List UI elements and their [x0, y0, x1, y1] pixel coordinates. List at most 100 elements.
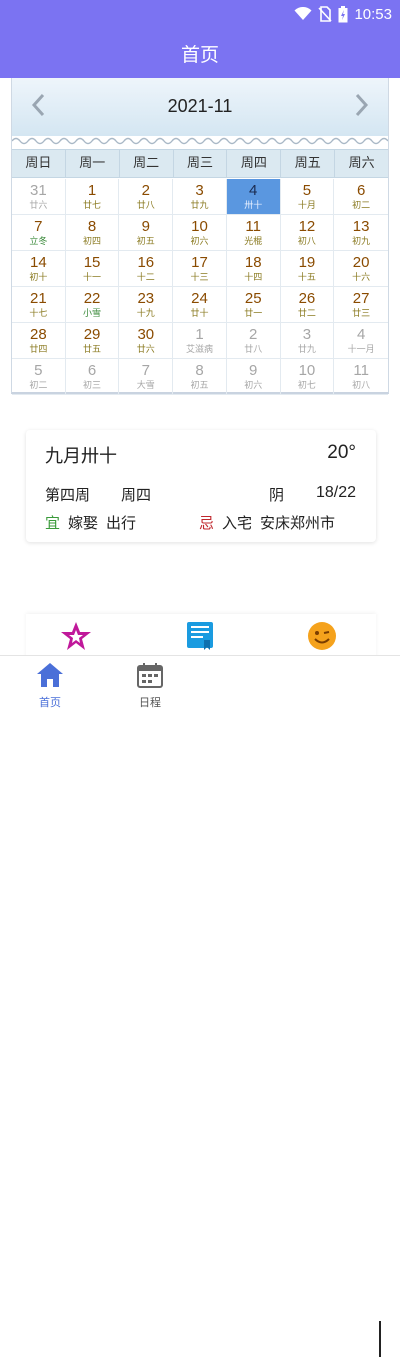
calendar-day[interactable]: 2 廿八 — [226, 323, 281, 359]
calendar-day[interactable]: 8 初五 — [173, 359, 227, 395]
lunar-label: 廿六 — [136, 345, 155, 355]
calendar-day[interactable]: 10 初七 — [280, 359, 335, 395]
calendar-day[interactable]: 21 十七 — [12, 287, 66, 323]
calendar-day[interactable]: 1 艾滋病 — [173, 323, 227, 359]
no-sim-icon — [318, 6, 333, 22]
calendar-day[interactable]: 11 初八 — [334, 359, 388, 395]
day-number: 25 — [244, 290, 262, 307]
calendar-icon — [137, 663, 163, 688]
day-number: 4 — [356, 326, 366, 343]
lunar-label: 初五 — [136, 237, 155, 247]
calendar-grid: 31 廿六 1 廿七 2 廿八 3 廿九 4 卅十 5 十月 6 初二 7 立冬 8 初四 9 初五 10 初六 11 光棍 1… — [12, 179, 388, 395]
day-number: 19 — [298, 254, 316, 271]
day-number: 22 — [83, 290, 101, 307]
calendar-day[interactable]: 28 廿四 — [12, 323, 66, 359]
calendar-day[interactable]: 24 廿十 — [173, 287, 227, 323]
calendar-day[interactable]: 6 初二 — [334, 179, 388, 215]
lunar-label: 十七 — [29, 309, 48, 319]
calendar-day[interactable]: 25 廿一 — [226, 287, 281, 323]
calendar-day[interactable]: 31 廿六 — [12, 179, 66, 215]
smiley-icon[interactable] — [306, 620, 338, 652]
lunar-label: 十五 — [297, 273, 316, 283]
weather-condition: 阴 — [269, 486, 285, 504]
day-number: 14 — [30, 254, 47, 271]
calendar-day[interactable]: 29 廿五 — [65, 323, 120, 359]
calendar-day[interactable]: 20 十六 — [334, 251, 388, 287]
lunar-label: 十四 — [244, 273, 263, 283]
calendar-day[interactable]: 3 廿九 — [173, 179, 227, 215]
lunar-label: 十六 — [352, 273, 371, 283]
calendar-day[interactable]: 15 十一 — [65, 251, 120, 287]
wifi-icon — [294, 7, 312, 20]
yi-row: 宜 嫁娶 出行 — [45, 512, 136, 533]
lunar-label: 初二 — [352, 201, 371, 211]
calendar-day[interactable]: 17 十三 — [173, 251, 227, 287]
lunar-label: 十一 — [83, 273, 102, 283]
calendar-day[interactable]: 2 廿八 — [119, 179, 174, 215]
day-number: 26 — [298, 290, 316, 307]
weekday-header: 周日 周一 周二 周三 周四 周五 周六 — [12, 149, 388, 178]
lunar-label: 廿八 — [244, 345, 263, 355]
day-number: 28 — [30, 326, 47, 343]
calendar-day[interactable]: 8 初四 — [65, 215, 120, 251]
tab-home[interactable]: 首页 — [20, 662, 80, 710]
calendar-day[interactable]: 14 初十 — [12, 251, 66, 287]
calendar-day[interactable]: 11 光棍 — [226, 215, 281, 251]
calendar-day[interactable]: 5 初二 — [12, 359, 66, 395]
day-number: 1 — [195, 326, 204, 343]
calendar-day[interactable]: 16 十二 — [119, 251, 174, 287]
lunar-label: 初八 — [352, 381, 371, 391]
calendar-day[interactable]: 5 十月 — [280, 179, 335, 215]
lunar-label: 廿一 — [244, 309, 263, 319]
calendar-day[interactable]: 26 廿二 — [280, 287, 335, 323]
lunar-label: 十二 — [136, 273, 155, 283]
calendar-day[interactable]: 1 廿七 — [65, 179, 120, 215]
day-number: 9 — [249, 362, 258, 379]
calendar-day[interactable]: 30 廿六 — [119, 323, 174, 359]
lunar-label: 廿十 — [190, 309, 209, 319]
ji-item: 入宅 — [222, 514, 253, 532]
calendar-day[interactable]: 22 小雪 — [65, 287, 120, 323]
day-number: 10 — [298, 362, 316, 379]
calendar-day[interactable]: 6 初三 — [65, 359, 120, 395]
calendar-month: 2021-11 — [167, 96, 233, 116]
calendar-day[interactable]: 9 初六 — [226, 359, 281, 395]
bottom-tab-bar: 首页 日程 — [0, 655, 400, 1357]
calendar-day[interactable]: 10 初六 — [173, 215, 227, 251]
lunar-label: 初六 — [190, 237, 209, 247]
day-number: 13 — [352, 218, 370, 235]
day-number: 8 — [87, 218, 97, 235]
scroll-handle[interactable] — [379, 1321, 381, 1357]
lunar-label: 卅十 — [244, 201, 263, 211]
lunar-label: 光棍 — [244, 237, 263, 247]
calendar-day[interactable]: 13 初九 — [334, 215, 388, 251]
tab-schedule[interactable]: 日程 — [120, 662, 180, 710]
calendar-day[interactable]: 7 立冬 — [12, 215, 66, 251]
day-number: 9 — [141, 218, 150, 235]
calendar-day[interactable]: 27 廿三 — [334, 287, 388, 323]
status-time: 10:53 — [354, 5, 392, 23]
calendar-day[interactable]: 7 大雪 — [119, 359, 174, 395]
day-info-card[interactable]: 九月卅十 20° 第四周 周四 阴 18/22 宜 嫁娶 出行 忌 入宅 安床郑… — [26, 430, 376, 542]
calendar-day[interactable]: 18 十四 — [226, 251, 281, 287]
lunar-label: 初二 — [29, 381, 48, 391]
calendar-day[interactable]: 4 十一月 — [334, 323, 388, 359]
book-icon[interactable] — [184, 620, 216, 652]
next-month-button[interactable] — [346, 90, 376, 120]
star-icon[interactable] — [60, 620, 92, 652]
yi-item: 嫁娶 — [68, 514, 99, 532]
lunar-label: 十九 — [136, 309, 155, 319]
calendar-day[interactable]: 19 十五 — [280, 251, 335, 287]
calendar-day[interactable]: 12 初八 — [280, 215, 335, 251]
day-number: 24 — [191, 290, 208, 307]
weekday-label: 周六 — [348, 156, 375, 171]
calendar-day[interactable]: 9 初五 — [119, 215, 174, 251]
lunar-label: 初八 — [297, 237, 316, 247]
lunar-label: 十一月 — [347, 345, 375, 355]
calendar-day[interactable]: 23 十九 — [119, 287, 174, 323]
day-number: 17 — [191, 254, 208, 271]
day-number: 6 — [356, 182, 366, 199]
calendar-day[interactable]: 3 廿九 — [280, 323, 335, 359]
calendar-day-selected[interactable]: 4 卅十 — [226, 179, 281, 215]
lunar-label: 廿二 — [297, 309, 316, 319]
